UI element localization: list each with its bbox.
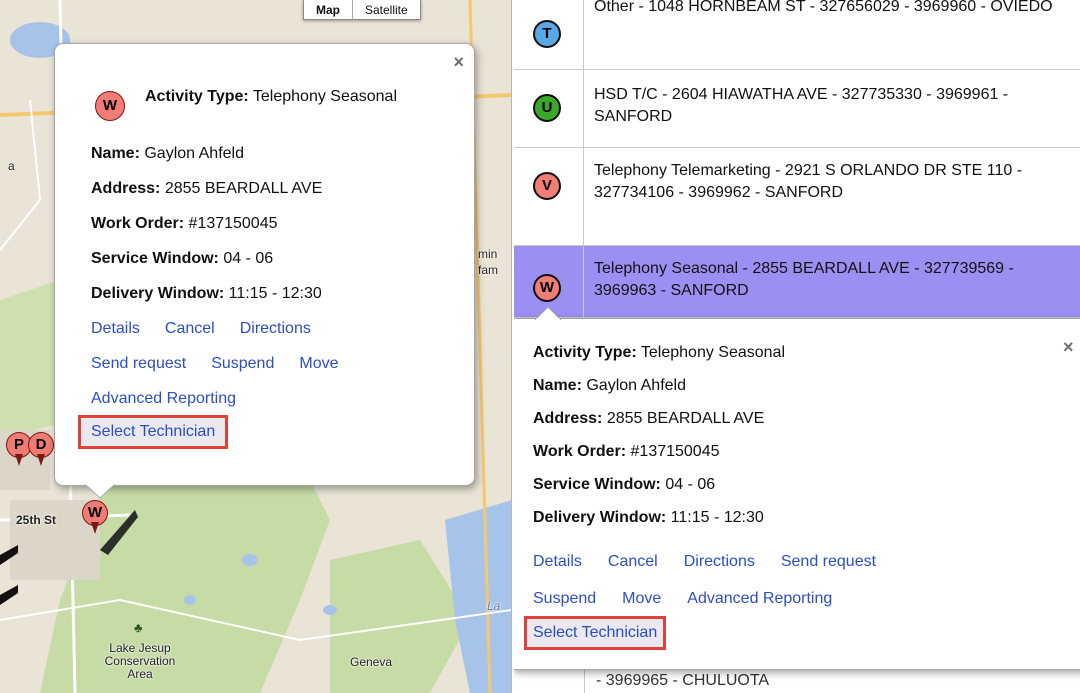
- activity-badge-v: V: [533, 172, 561, 200]
- advanced-reporting-link[interactable]: Advanced Reporting: [91, 390, 236, 407]
- directions-link[interactable]: Directions: [240, 320, 311, 337]
- action-links-row-1: Details Cancel Directions Send request: [533, 552, 901, 572]
- marker-shadow-left: [0, 545, 18, 605]
- work-order-row: Work Order: #137150045: [533, 443, 720, 460]
- map-marker-d[interactable]: D: [28, 432, 54, 466]
- map-type-satellite-button[interactable]: Satellite: [352, 0, 420, 19]
- list-item-text: Other - 1048 HORNBEAM ST - 327656029 - 3…: [594, 0, 1053, 15]
- map-label-park: Lake Jesup Conservation Area: [104, 641, 176, 681]
- cancel-link[interactable]: Cancel: [165, 320, 215, 337]
- marker-shadow: [100, 510, 138, 555]
- suspend-link[interactable]: Suspend: [211, 355, 274, 372]
- select-technician-button[interactable]: Select Technician: [523, 616, 667, 650]
- popup-pointer: [85, 484, 115, 499]
- action-links-row-2: Suspend Move Advanced Reporting: [533, 589, 901, 609]
- send-request-link[interactable]: Send request: [781, 553, 876, 570]
- action-links-row-2: Send request Suspend Move: [91, 354, 363, 374]
- activity-type-row: Activity Type: Telephony Seasonal: [145, 87, 415, 107]
- address-row: Address: 2855 BEARDALL AVE: [533, 410, 765, 427]
- map-view[interactable]: Map Satellite a min fam 25th St ♣ Lake J…: [0, 0, 512, 693]
- map-info-window: × W Activity Type: Telephony Seasonal Na…: [54, 43, 475, 499]
- list-item-text: Telephony Seasonal - 2855 BEARDALL AVE -…: [594, 260, 1014, 299]
- activity-type-label: Activity Type:: [145, 88, 249, 105]
- list-item-partial-text: - 3969965 - CHULUOTA: [596, 672, 770, 689]
- delivery-window-row: Delivery Window: 11:15 - 12:30: [533, 509, 764, 526]
- close-icon[interactable]: ×: [1063, 337, 1074, 358]
- map-label-lake: La: [487, 599, 501, 613]
- details-link[interactable]: Details: [91, 320, 140, 337]
- delivery-window-row: Delivery Window: 11:15 - 12:30: [91, 285, 322, 302]
- action-links-row-1: Details Cancel Directions: [91, 319, 363, 339]
- select-technician-button[interactable]: Select Technician: [77, 415, 229, 449]
- activity-list: T Other - 1048 HORNBEAM ST - 327656029 -…: [514, 0, 1080, 693]
- address-row: Address: 2855 BEARDALL AVE: [91, 180, 323, 197]
- send-request-link[interactable]: Send request: [91, 355, 186, 372]
- activity-type-row: Activity Type: Telephony Seasonal: [533, 344, 785, 361]
- close-icon[interactable]: ×: [453, 52, 464, 73]
- suspend-link[interactable]: Suspend: [533, 590, 596, 607]
- name-row: Name: Gaylon Ahfeld: [533, 377, 686, 394]
- service-window-row: Service Window: 04 - 06: [533, 476, 716, 493]
- list-item[interactable]: T Other - 1048 HORNBEAM ST - 327656029 -…: [514, 0, 1080, 70]
- map-label-left: a: [8, 159, 15, 173]
- list-item[interactable]: U HSD T/C - 2604 HIAWATHA AVE - 32773533…: [514, 70, 1080, 148]
- cancel-link[interactable]: Cancel: [608, 553, 658, 570]
- list-item-text: Telephony Telemarketing - 2921 S ORLANDO…: [594, 162, 1023, 201]
- activity-badge-u: U: [533, 94, 561, 122]
- name-row: Name: Gaylon Ahfeld: [91, 145, 244, 162]
- details-link[interactable]: Details: [533, 553, 582, 570]
- activity-badge-t: T: [533, 20, 561, 48]
- map-type-control: Map Satellite: [303, 0, 421, 20]
- list-item[interactable]: V Telephony Telemarketing - 2921 S ORLAN…: [514, 148, 1080, 246]
- map-label-street: 25th St: [16, 513, 57, 527]
- map-type-map-button[interactable]: Map: [304, 0, 352, 19]
- work-order-row: Work Order: #137150045: [91, 215, 278, 232]
- activity-badge-w: W: [533, 274, 561, 302]
- activity-badge-w: W: [95, 91, 125, 121]
- service-window-row: Service Window: 04 - 06: [91, 250, 274, 267]
- move-link[interactable]: Move: [622, 590, 661, 607]
- map-label-mid2: fam: [478, 263, 499, 277]
- directions-link[interactable]: Directions: [684, 553, 755, 570]
- list-info-window: × Activity Type: Telephony Seasonal Name…: [514, 307, 1080, 670]
- action-links-row-3: Advanced Reporting: [91, 389, 363, 409]
- move-link[interactable]: Move: [299, 355, 338, 372]
- list-item-selected[interactable]: W Telephony Seasonal - 2855 BEARDALL AVE…: [514, 246, 1080, 318]
- activity-type-value: Telephony Seasonal: [252, 88, 397, 105]
- map-label-mid1: min: [478, 247, 498, 261]
- map-label-town: Geneva: [350, 655, 393, 669]
- list-item-text: HSD T/C - 2604 HIAWATHA AVE - 327735330 …: [594, 86, 1009, 125]
- tree-icon: ♣: [134, 620, 143, 635]
- advanced-reporting-link[interactable]: Advanced Reporting: [687, 590, 832, 607]
- popup-pointer: [535, 307, 561, 320]
